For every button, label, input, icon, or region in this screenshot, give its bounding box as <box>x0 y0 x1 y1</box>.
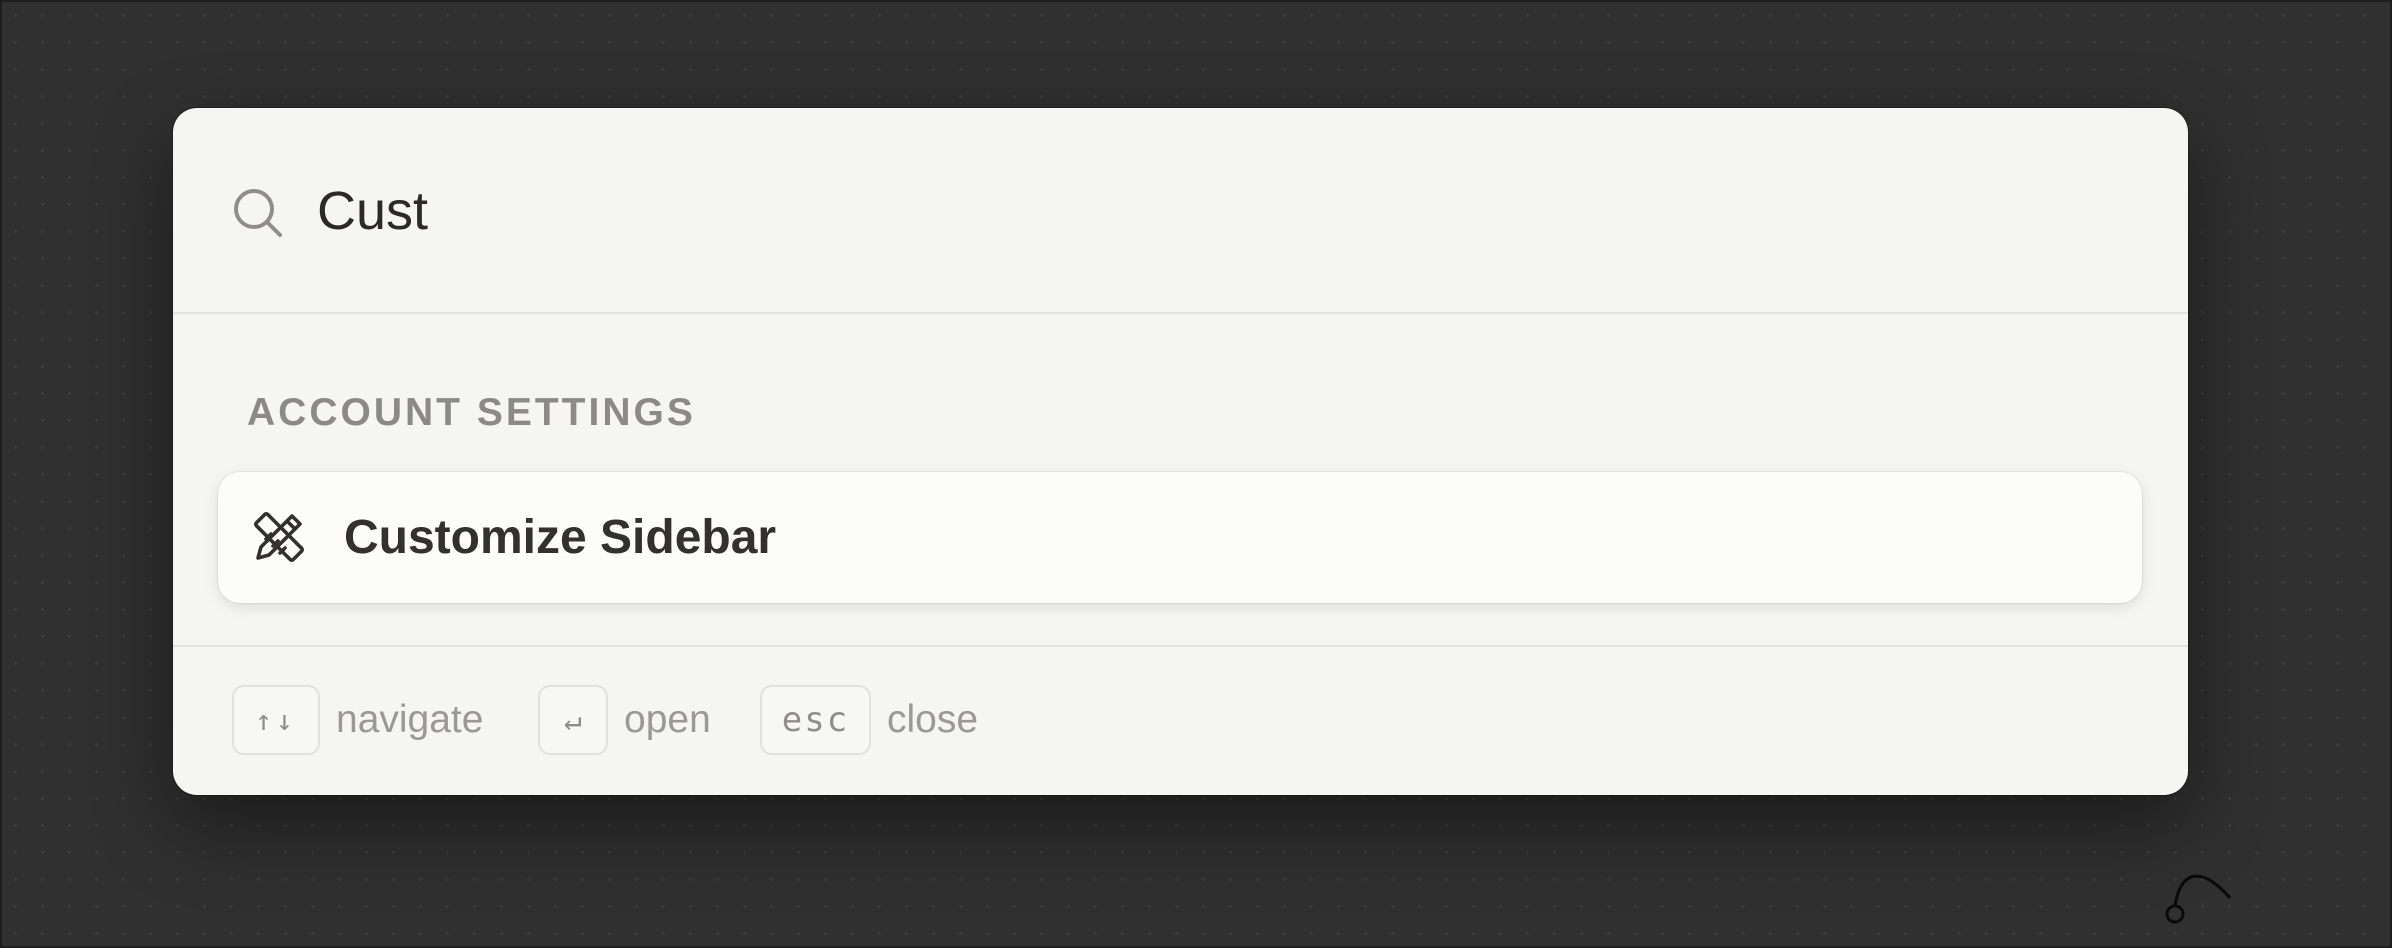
search-row[interactable]: Cust <box>173 108 2188 313</box>
hint-navigate-label: navigate <box>336 698 484 741</box>
hint-close-label: close <box>887 698 979 741</box>
connector-handle-icon[interactable] <box>2160 868 2240 928</box>
group-label: ACCOUNT SETTINGS <box>247 391 696 434</box>
result-item-customize-sidebar[interactable]: Customize Sidebar <box>218 472 2142 603</box>
enter-key-icon: ↵ <box>538 685 608 755</box>
command-palette: Cust ACCOUNT SETTINGS Customize Sidebar … <box>173 108 2188 795</box>
hint-open: ↵ open <box>538 683 711 757</box>
result-item-label: Customize Sidebar <box>344 511 777 564</box>
hint-navigate: ↑↓ navigate <box>232 683 483 757</box>
divider <box>173 312 2188 314</box>
search-input[interactable]: Cust <box>317 176 428 246</box>
esc-key: esc <box>760 685 871 755</box>
hint-open-label: open <box>624 698 711 741</box>
arrow-keys-icon: ↑↓ <box>232 685 320 755</box>
search-icon <box>234 189 282 237</box>
hint-close: esc close <box>760 683 978 757</box>
pencil-ruler-icon <box>253 511 305 563</box>
divider <box>173 645 2188 647</box>
